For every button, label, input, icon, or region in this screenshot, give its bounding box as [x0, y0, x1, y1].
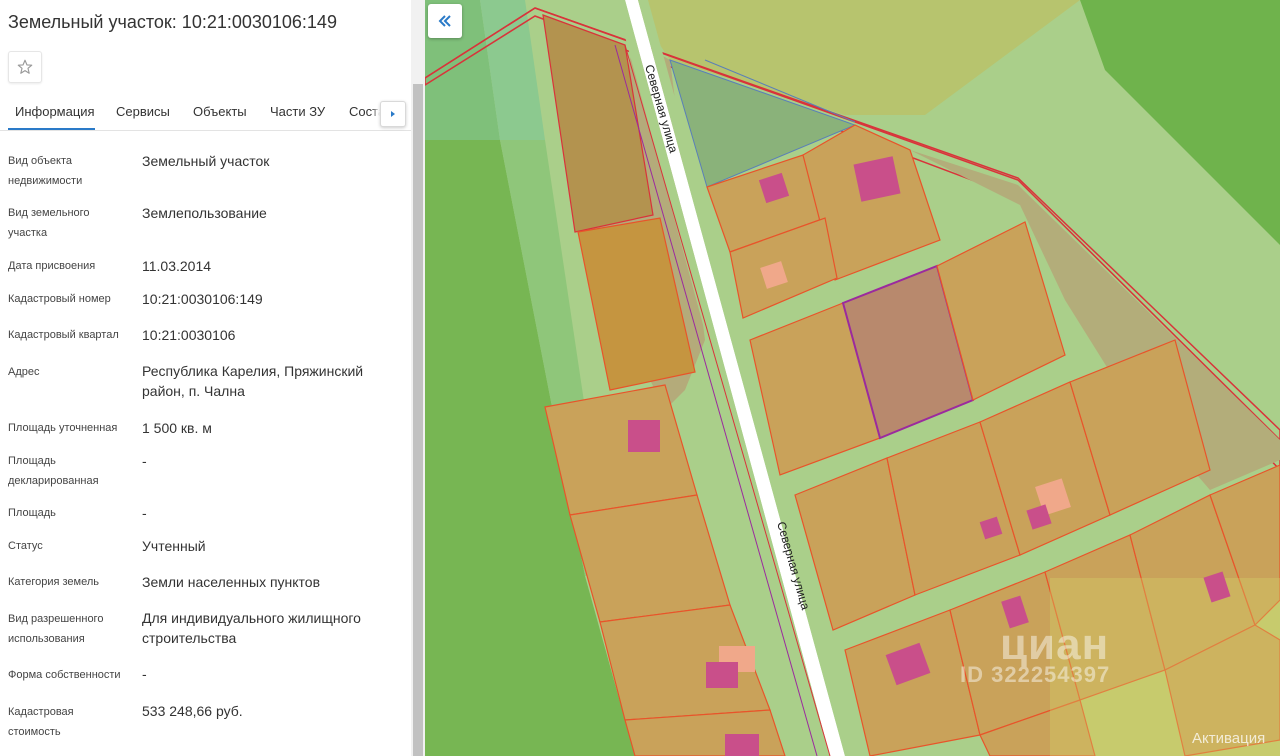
os-activation-text: Активация: [1192, 730, 1266, 747]
double-chevron-left-icon: [438, 15, 451, 27]
row-value-cadastral-number: 10:21:0030106:149: [142, 291, 263, 307]
active-tab-indicator: [8, 128, 95, 130]
row-label-area: Площадь: [8, 507, 56, 519]
row-label-parcel-type: Вид земельного участка: [8, 207, 90, 239]
row-label-cadastral-quarter: Кадастровый квартал: [8, 329, 119, 341]
row-value-cadastral-value: 533 248,66 руб.: [142, 703, 243, 719]
building-2[interactable]: [853, 156, 901, 202]
row-label-cadastral-number: Кадастровый номер: [8, 293, 111, 305]
caret-right-icon: [391, 111, 395, 117]
favorite-button[interactable]: [8, 51, 42, 83]
watermark: циан ID 322254397: [960, 620, 1160, 690]
tab-services[interactable]: Сервисы: [116, 104, 170, 119]
row-value-assigned-date: 11.03.2014: [142, 258, 212, 274]
row-label-status: Статус: [8, 540, 43, 552]
tab-fade: [372, 98, 380, 128]
row-value-address: Республика Карелия, Пряжинский район, п.…: [142, 363, 364, 399]
row-value-land-category: Земли населенных пунктов: [142, 574, 321, 590]
row-label-cadastral-value: Кадастровая стоимость: [8, 706, 74, 738]
row-label-permitted-use: Вид разрешенного использования: [8, 613, 104, 645]
building-6[interactable]: [706, 662, 738, 688]
row-value-cadastral-quarter: 10:21:0030106: [142, 327, 236, 343]
tab-parts[interactable]: Части ЗУ: [270, 104, 325, 119]
watermark-id: ID 322254397: [960, 662, 1111, 687]
row-value-ownership: -: [142, 666, 147, 682]
scrollbar-thumb[interactable]: [413, 84, 423, 756]
row-value-area-specified: 1 500 кв. м: [142, 420, 212, 436]
row-value-parcel-type: Землепользование: [142, 205, 267, 221]
row-value-object-type: Земельный участок: [142, 153, 270, 169]
row-label-area-declared: Площадь декларированная: [8, 455, 99, 487]
row-label-assigned-date: Дата присвоения: [8, 260, 96, 272]
info-panel: Земельный участок: 10:21:0030106:149 Инф…: [0, 0, 411, 756]
collapse-panel-button[interactable]: [428, 4, 462, 38]
row-label-object-type: Вид объекта недвижимости: [8, 155, 83, 187]
row-label-land-category: Категория земель: [8, 576, 99, 588]
row-value-status: Учтенный: [142, 538, 206, 554]
tab-objects[interactable]: Объекты: [193, 104, 247, 119]
tab-info[interactable]: Информация: [15, 104, 95, 119]
page-title: Земельный участок: 10:21:0030106:149: [8, 12, 337, 32]
row-label-ownership: Форма собственности: [8, 669, 121, 681]
row-value-area: -: [142, 505, 147, 521]
tab-scroll-right-button[interactable]: [380, 101, 406, 127]
row-label-area-specified: Площадь уточненная: [8, 422, 118, 434]
panel-scrollbar[interactable]: [411, 0, 425, 756]
row-value-permitted-use: Для индивидуального жилищного строительс…: [142, 610, 361, 646]
building-7[interactable]: [725, 734, 759, 756]
row-label-address: Адрес: [8, 366, 40, 378]
tab-bar: Информация Сервисы Объекты Части ЗУ Сост…: [0, 98, 411, 131]
row-value-area-declared: -: [142, 453, 147, 469]
star-icon: [17, 59, 33, 74]
building-4[interactable]: [628, 420, 660, 452]
